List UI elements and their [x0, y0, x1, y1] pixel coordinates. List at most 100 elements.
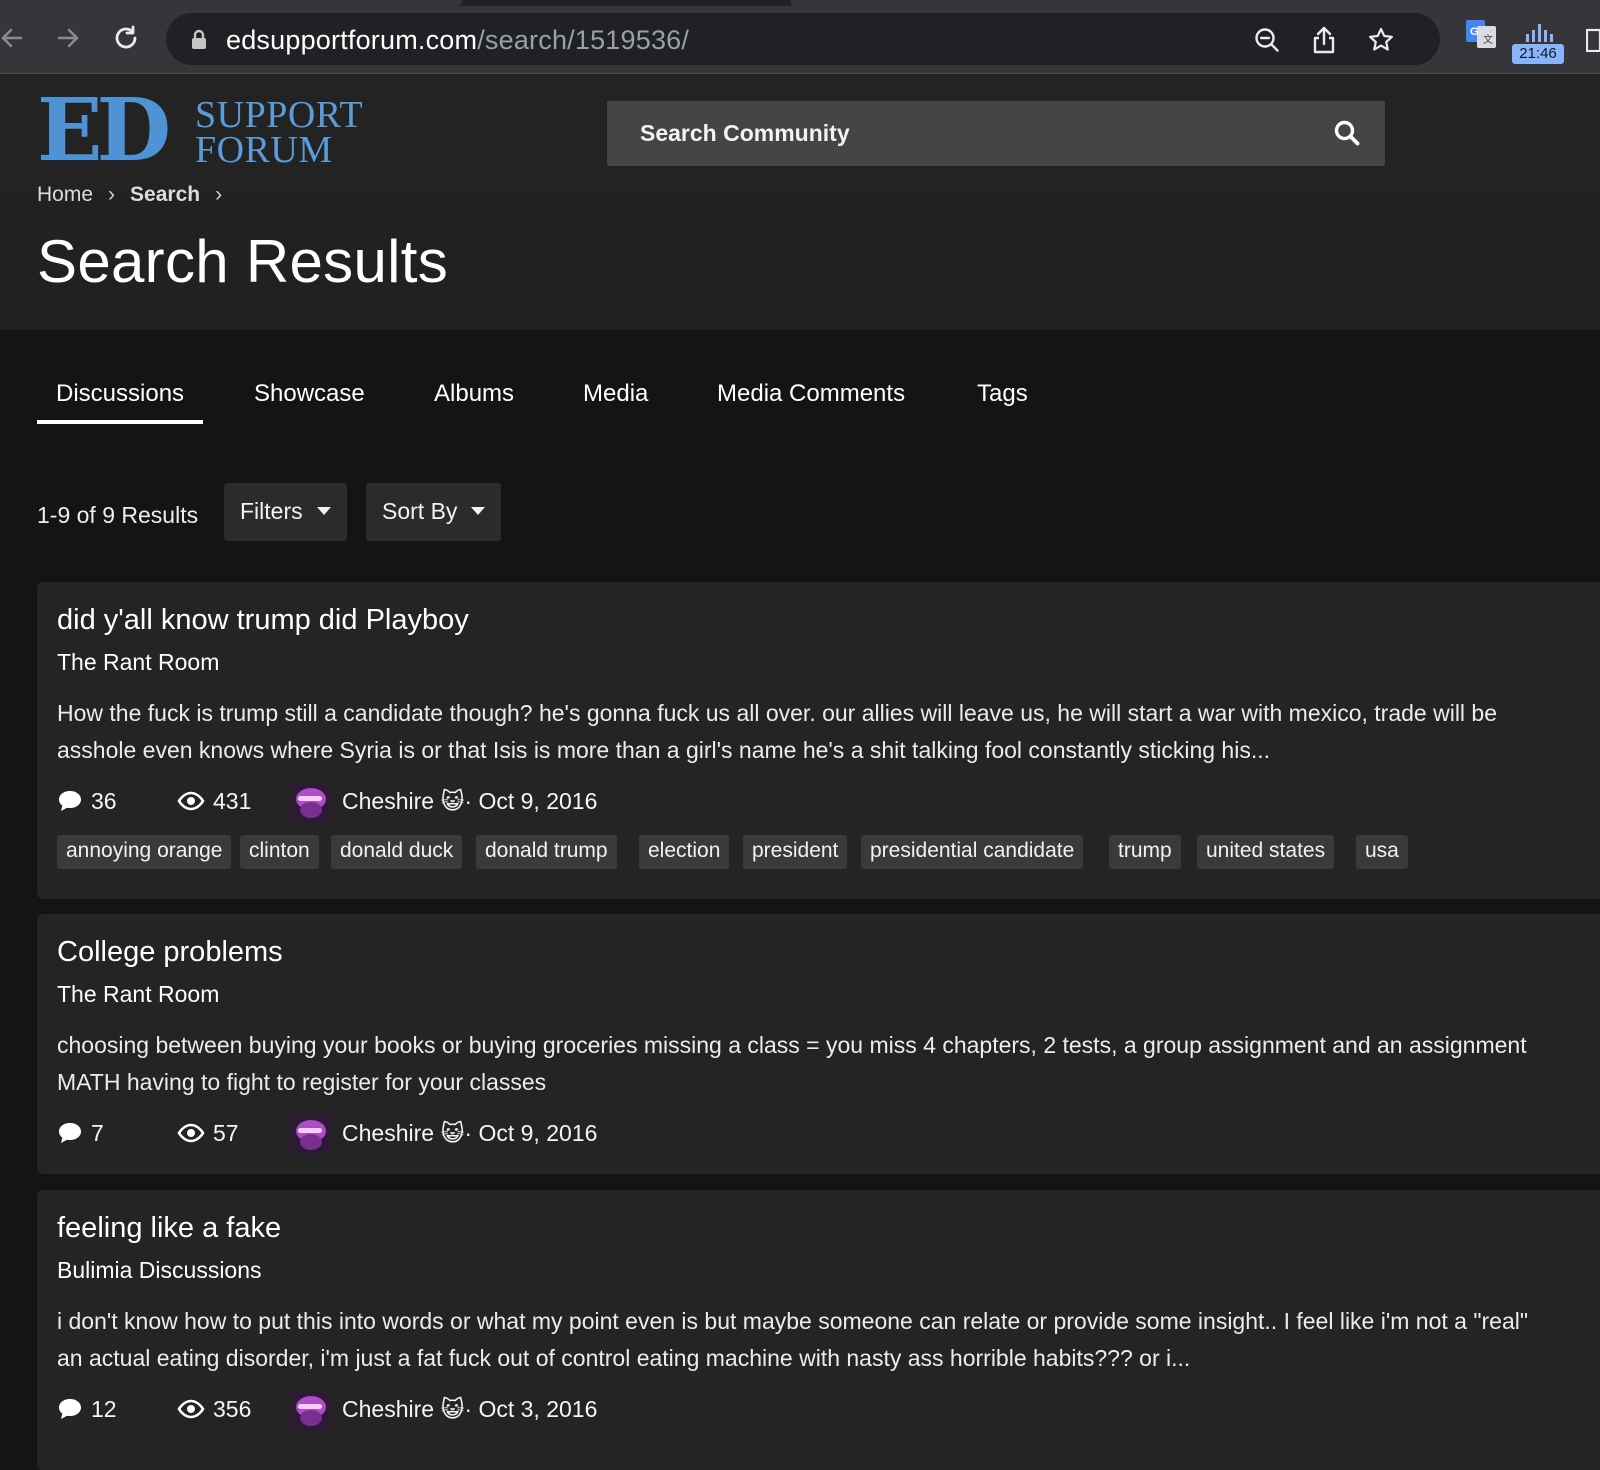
- view-count-value: 431: [213, 788, 252, 814]
- author-line: Cheshire 😺· Oct 9, 2016: [342, 788, 597, 815]
- snippet-line: an actual eating disorder, i'm just a fa…: [57, 1345, 1191, 1371]
- tag[interactable]: donald trump: [476, 835, 617, 869]
- tag[interactable]: usa: [1356, 835, 1408, 869]
- eye-icon: [177, 791, 205, 811]
- caret-down-icon: [316, 506, 331, 515]
- reply-count-value: 7: [91, 1120, 104, 1146]
- avatar[interactable]: [290, 1114, 330, 1154]
- result-forum[interactable]: The Rant Room: [57, 649, 219, 676]
- view-count: 431: [177, 788, 251, 815]
- author-line: Cheshire 😺· Oct 3, 2016: [342, 1396, 597, 1423]
- search-icon[interactable]: [1333, 119, 1361, 152]
- reply-count: 36: [57, 788, 117, 815]
- browser-toolbar: edsupportforum.com/search/1519536/ G文 21…: [0, 0, 1600, 74]
- reply-count-value: 12: [91, 1396, 117, 1422]
- site-logo[interactable]: ED SUPPORT FORUM: [37, 86, 367, 176]
- author-line: Cheshire 😺· Oct 9, 2016: [342, 1120, 597, 1147]
- reload-icon[interactable]: [108, 20, 144, 56]
- browser-tab[interactable]: [790, 0, 1600, 6]
- tag[interactable]: donald duck: [331, 835, 463, 869]
- forward-icon[interactable]: [50, 20, 86, 56]
- browser-tab[interactable]: [0, 0, 462, 6]
- filters-dropdown[interactable]: Filters: [224, 483, 347, 541]
- tag[interactable]: clinton: [240, 835, 319, 869]
- eye-icon: [177, 1123, 205, 1143]
- result-meta: 36 431 Cheshire 😺· Oct 9, 2016: [57, 782, 1057, 822]
- tag[interactable]: president: [743, 835, 848, 869]
- result-title[interactable]: did y'all know trump did Playboy: [57, 604, 469, 637]
- result-title[interactable]: College problems: [57, 936, 283, 969]
- lock-icon[interactable]: [190, 29, 208, 56]
- chevron-right-icon: ›: [215, 183, 223, 206]
- result-snippet: choosing between buying your books or bu…: [57, 1027, 1600, 1101]
- breadcrumb-search[interactable]: Search: [130, 183, 200, 206]
- result-card[interactable]: did y'all know trump did Playboy The Ran…: [37, 582, 1600, 899]
- post-date: · Oct 3, 2016: [464, 1396, 598, 1422]
- back-icon[interactable]: [0, 20, 30, 56]
- trash-icon[interactable]: [1585, 28, 1600, 57]
- tab-discussions[interactable]: Discussions: [37, 372, 204, 424]
- breadcrumb-home[interactable]: Home: [37, 183, 93, 206]
- tag[interactable]: presidential candidate: [861, 835, 1084, 869]
- svg-text:G: G: [1470, 26, 1479, 38]
- view-count: 57: [177, 1120, 239, 1147]
- result-card[interactable]: College problems The Rant Room choosing …: [37, 914, 1600, 1174]
- chevron-right-icon: ›: [108, 183, 116, 206]
- avatar[interactable]: [290, 1390, 330, 1430]
- tag[interactable]: annoying orange: [57, 835, 232, 869]
- result-title[interactable]: feeling like a fake: [57, 1212, 281, 1245]
- address-bar[interactable]: edsupportforum.com/search/1519536/: [166, 13, 1440, 65]
- clock-badge: 21:46: [1512, 44, 1564, 64]
- author-name[interactable]: Cheshire: [342, 788, 434, 814]
- tab-tags[interactable]: Tags: [958, 372, 1047, 424]
- site-header: ED SUPPORT FORUM Search Community: [0, 74, 1600, 191]
- tag[interactable]: election: [639, 835, 730, 869]
- breadcrumb: Home › Search ›: [37, 183, 237, 207]
- result-forum[interactable]: Bulimia Discussions: [57, 1257, 262, 1284]
- sort-by-dropdown[interactable]: Sort By: [366, 483, 502, 541]
- logo-ed: ED: [37, 80, 171, 181]
- post-date: · Oct 9, 2016: [464, 1120, 598, 1146]
- url-path: /search/1519536/: [477, 25, 690, 55]
- snippet-line: How the fuck is trump still a candidate …: [57, 700, 1498, 726]
- avatar[interactable]: [290, 782, 330, 822]
- cat-emoji-icon: 😺: [440, 1396, 465, 1422]
- url-text[interactable]: edsupportforum.com/search/1519536/: [226, 25, 689, 56]
- bookmark-star-icon[interactable]: [1364, 23, 1398, 57]
- post-date: · Oct 9, 2016: [464, 788, 598, 814]
- tag[interactable]: trump: [1109, 835, 1181, 869]
- cat-emoji-icon: 😺: [440, 788, 465, 814]
- tag[interactable]: united states: [1197, 835, 1335, 869]
- filters-label: Filters: [240, 498, 303, 524]
- logo-line-2: FORUM: [195, 129, 333, 171]
- comment-icon: [59, 790, 81, 811]
- comment-icon: [59, 1398, 81, 1419]
- caret-down-icon: [471, 506, 486, 515]
- reply-count-value: 36: [91, 788, 117, 814]
- tab-media-comments[interactable]: Media Comments: [698, 372, 924, 424]
- result-snippet: How the fuck is trump still a candidate …: [57, 695, 1600, 769]
- reply-count: 7: [57, 1120, 104, 1147]
- zoom-icon[interactable]: [1250, 23, 1284, 57]
- result-snippet: i don't know how to put this into words …: [57, 1303, 1600, 1377]
- search-input[interactable]: Search Community: [607, 101, 1385, 166]
- share-icon[interactable]: [1307, 23, 1341, 57]
- author-name[interactable]: Cheshire: [342, 1396, 434, 1422]
- snippet-line: i don't know how to put this into words …: [57, 1308, 1529, 1334]
- url-domain: edsupportforum.com: [226, 25, 478, 55]
- tab-albums[interactable]: Albums: [415, 372, 533, 424]
- author-name[interactable]: Cheshire: [342, 1120, 434, 1146]
- tab-media[interactable]: Media: [564, 372, 667, 424]
- eye-icon: [177, 1399, 205, 1419]
- view-count-value: 57: [213, 1120, 239, 1146]
- snippet-line: MATH having to fight to register for you…: [57, 1069, 547, 1095]
- result-forum[interactable]: The Rant Room: [57, 981, 219, 1008]
- tag-list: annoying orange clinton donald duck dona…: [57, 835, 1557, 869]
- svg-text:文: 文: [1483, 33, 1493, 46]
- tab-showcase[interactable]: Showcase: [235, 372, 384, 424]
- view-count: 356: [177, 1396, 251, 1423]
- google-translate-icon[interactable]: G文: [1466, 20, 1498, 55]
- comment-icon: [59, 1122, 81, 1143]
- results-count: 1-9 of 9 Results: [37, 502, 199, 528]
- result-card[interactable]: feeling like a fake Bulimia Discussions …: [37, 1190, 1600, 1470]
